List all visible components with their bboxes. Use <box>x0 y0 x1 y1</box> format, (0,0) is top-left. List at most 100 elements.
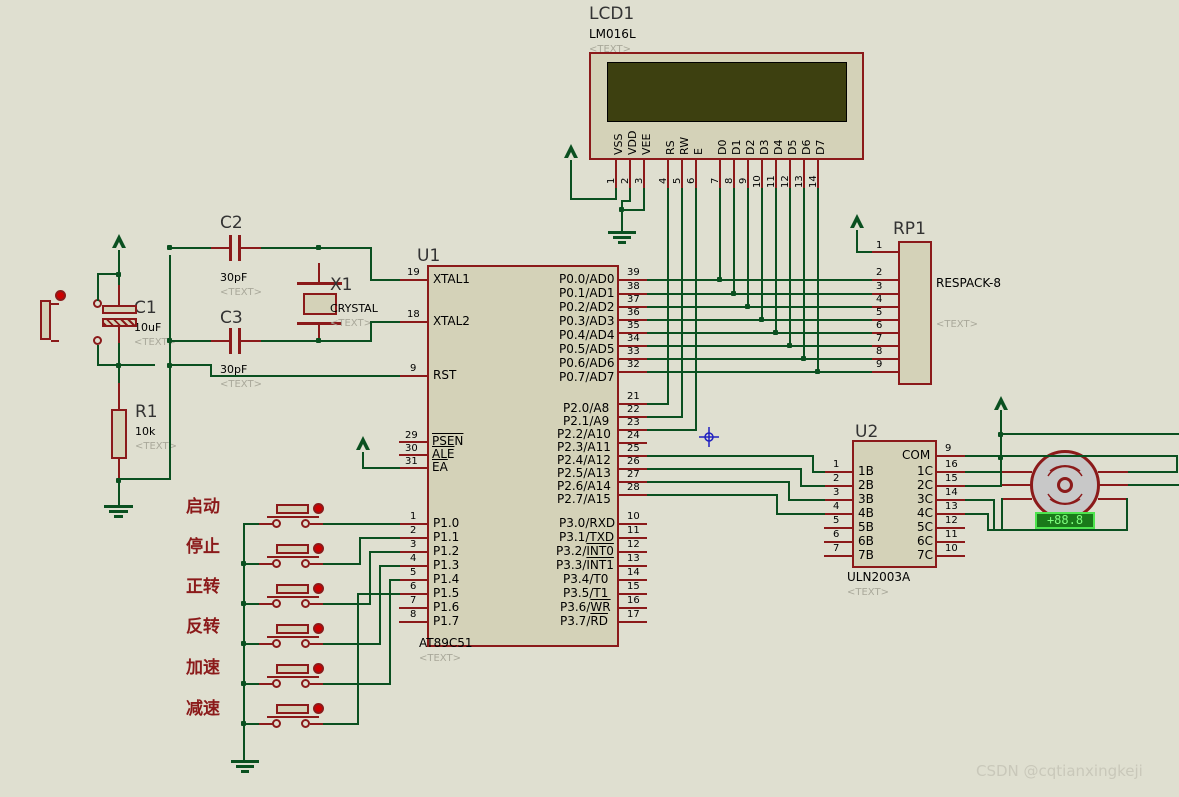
uln-lead-10 <box>937 555 965 557</box>
reset-switch-actuator[interactable] <box>55 290 66 301</box>
gnd-btn-bar1 <box>231 760 259 763</box>
mcu-pinlabel-p06: P0.6/AD6 <box>559 356 615 370</box>
mcu-pinlabel-p34: P3.4/T0 <box>563 572 609 586</box>
button-actuator-stop[interactable] <box>313 543 324 554</box>
mcu-pinlabel-p31: P3.1/TXD <box>559 530 615 544</box>
wire-btn2-v <box>359 537 361 565</box>
mcu-lead-31 <box>399 467 427 469</box>
wire-lcd-d1 <box>733 188 735 293</box>
uln-ref: U2 <box>855 422 879 442</box>
mcu-pinlabel-p04: P0.4/AD4 <box>559 328 615 342</box>
x1-value: CRYSTAL <box>330 302 378 315</box>
uln-pinnum-1: 1 <box>833 459 840 470</box>
uln-pinnum-3: 3 <box>833 487 840 498</box>
mcu-pinlabel-p20: P2.0/A8 <box>563 401 610 415</box>
gnd-lcd-bar3 <box>618 241 626 244</box>
wire-rp1-vcc-v <box>856 228 858 253</box>
mcu-pinlabel-p24: P2.4/A12 <box>557 453 611 467</box>
mcu-pinlabel-p33: P3.3/INT1 <box>556 558 614 572</box>
button-cap-stop[interactable] <box>276 544 309 554</box>
gnd-reset-bar1 <box>104 505 133 508</box>
uln-pinnum-9: 9 <box>945 443 952 454</box>
respack-lead-4 <box>870 306 898 308</box>
wire-btn-rail-gnd <box>243 748 245 762</box>
uln-pinnum-14: 14 <box>945 487 958 498</box>
button-cap-speedup[interactable] <box>276 664 309 674</box>
motor-lead-f <box>1098 498 1128 500</box>
wire-p26-h <box>647 481 790 483</box>
mcu-lead-28 <box>619 494 647 496</box>
uln-lead-9 <box>937 455 965 457</box>
button-cap-start[interactable] <box>276 504 309 514</box>
uln-pinnum-10: 10 <box>945 543 958 554</box>
button-actuator-forward[interactable] <box>313 583 324 594</box>
wire-p26-v <box>788 481 790 499</box>
wire-xtal-bot-h2 <box>319 340 372 342</box>
uln-pinnum-11: 11 <box>945 529 958 540</box>
r1-body[interactable] <box>111 409 127 459</box>
wire-btn3-to-pin3 <box>369 551 400 553</box>
mcu-pinlabel-ea: EA <box>432 460 448 474</box>
wire-r1-gnd <box>118 481 120 505</box>
button-actuator-slowdown[interactable] <box>313 703 324 714</box>
wire-p24-v <box>812 455 814 471</box>
uln-pinnum-7: 7 <box>833 543 840 554</box>
c1-lead-top <box>118 285 120 305</box>
respack-body[interactable] <box>898 241 932 385</box>
button-bar-start <box>267 516 319 518</box>
junction-d7-p0-7 <box>815 369 820 374</box>
mcu-pinnum-33: 33 <box>627 346 640 357</box>
button-cap-reverse[interactable] <box>276 624 309 634</box>
junction-d6-p0-6 <box>801 356 806 361</box>
mcu-text: <TEXT> <box>419 653 461 664</box>
wire-motor-mid <box>1001 455 1178 457</box>
lcd-pinnum-3: 3 <box>634 177 645 184</box>
motor-display: +88.8 <box>1035 512 1095 529</box>
c2-ref: C2 <box>220 213 243 233</box>
button-label-stop: 停止 <box>186 537 220 557</box>
wire-ea-vcc-h <box>362 467 400 469</box>
uln-pinlabel-5c: 5C <box>917 520 934 534</box>
lcd-pinnum-4: 4 <box>658 177 669 184</box>
wire-lcd-vee <box>643 188 645 211</box>
motor-lead-c <box>1002 498 1032 500</box>
mcu-pinnum-11: 11 <box>627 525 640 536</box>
schematic-canvas[interactable]: LCD1 LM016L <TEXT> VSS VDD VEE RS RW E D… <box>0 0 1179 797</box>
wire-lcd-d4 <box>775 188 777 332</box>
wire-p0-2 <box>647 306 872 308</box>
wire-btn1-rail <box>243 523 259 525</box>
mcu-part: AT89C51 <box>419 636 473 650</box>
c2-lead-left <box>209 247 230 249</box>
reset-switch-body[interactable] <box>40 300 51 340</box>
respack-part: RESPACK-8 <box>936 276 1001 290</box>
lcd-pinlabel-d4: D4 <box>772 139 785 155</box>
mcu-pinnum-32: 32 <box>627 359 640 370</box>
wire-lcd-d3 <box>761 188 763 319</box>
junction-c3-left <box>167 338 172 343</box>
button-cap-slowdown[interactable] <box>276 704 309 714</box>
button-actuator-start[interactable] <box>313 503 324 514</box>
wire-uln-com-h <box>965 455 1002 457</box>
mcu-pinnum-27: 27 <box>627 469 640 480</box>
button-actuator-reverse[interactable] <box>313 623 324 634</box>
mcu-pinlabel-p37: P3.7/RD <box>560 614 608 628</box>
vcc-symbol-ea-inner <box>359 444 367 452</box>
mcu-lead-9 <box>399 375 427 377</box>
button-bar-speedup <box>267 676 319 678</box>
wire-p0-4 <box>647 332 872 334</box>
button-actuator-speedup[interactable] <box>313 663 324 674</box>
respack-pinnum-6: 6 <box>876 320 883 331</box>
vcc-symbol-reset-inner <box>115 242 123 250</box>
wire-uln-3c-up <box>1126 498 1128 531</box>
wire-uln-4c-up <box>1001 498 1003 531</box>
wire-p24-h <box>647 455 814 457</box>
wire-motor-coil-d <box>1128 484 1179 486</box>
button-lead-a-start <box>258 523 273 525</box>
mcu-lead-18 <box>399 321 427 323</box>
mcu-pinnum-7: 7 <box>410 595 417 606</box>
c3-lead-right <box>240 340 261 342</box>
button-cap-forward[interactable] <box>276 584 309 594</box>
lcd-pinlabel-vss: VSS <box>612 133 625 156</box>
wire-motor-vcc-top <box>1000 433 1179 435</box>
mcu-pinnum-9: 9 <box>410 363 417 374</box>
